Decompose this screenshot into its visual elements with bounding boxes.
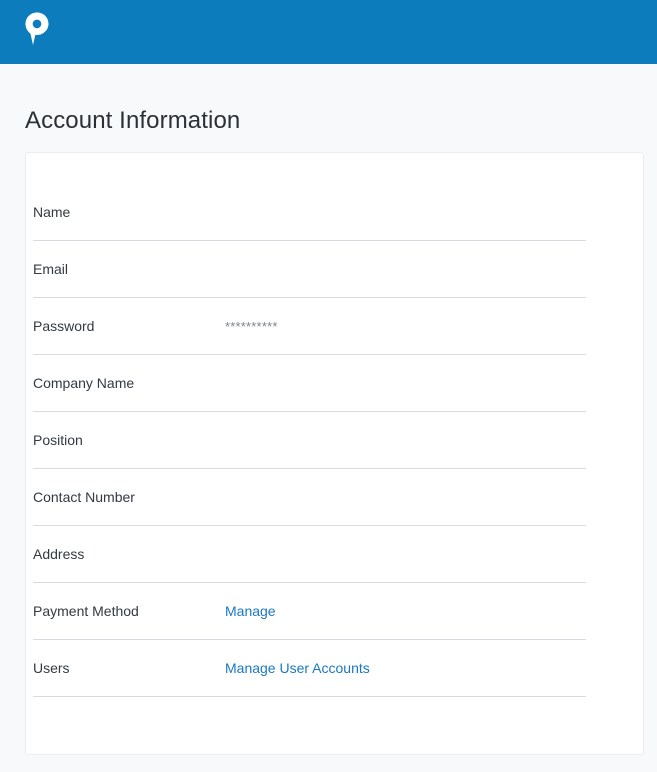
top-navigation-bar xyxy=(0,0,657,64)
contact-number-label: Contact Number xyxy=(33,489,135,505)
manage-payment-method-link[interactable]: Manage xyxy=(225,583,276,640)
page-title: Account Information xyxy=(25,107,241,134)
users-label: Users xyxy=(33,660,70,676)
account-row-name: Name xyxy=(33,184,586,241)
account-details-list: Name Email Password ********** Company N… xyxy=(33,184,586,697)
company-name-label: Company Name xyxy=(33,375,135,391)
account-row-password: Password ********** xyxy=(33,298,586,355)
password-label: Password xyxy=(33,318,95,334)
account-row-position: Position xyxy=(33,412,586,469)
payment-method-label: Payment Method xyxy=(33,603,139,619)
map-pin-p-logo-icon[interactable] xyxy=(24,11,50,47)
account-row-email: Email xyxy=(33,241,586,298)
password-masked-value: ********** xyxy=(225,319,278,334)
account-row-payment-method: Payment Method Manage xyxy=(33,583,586,640)
account-row-company-name: Company Name xyxy=(33,355,586,412)
address-label: Address xyxy=(33,546,85,562)
account-row-contact-number: Contact Number xyxy=(33,469,586,526)
email-label: Email xyxy=(33,261,69,277)
account-row-users: Users Manage User Accounts xyxy=(33,640,586,697)
name-label: Name xyxy=(33,204,71,220)
account-row-address: Address xyxy=(33,526,586,583)
position-label: Position xyxy=(33,432,83,448)
manage-user-accounts-link[interactable]: Manage User Accounts xyxy=(225,640,370,697)
